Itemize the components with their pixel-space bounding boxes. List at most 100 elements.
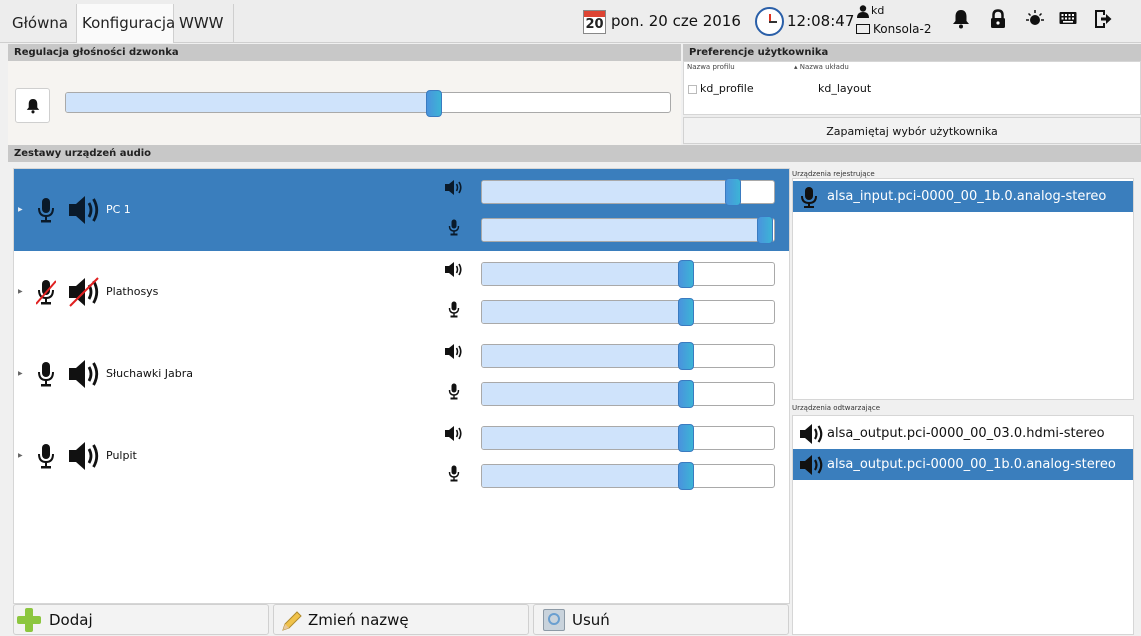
output-volume-slider[interactable] bbox=[481, 260, 775, 288]
microphone-icon bbox=[36, 443, 56, 469]
microphone-icon bbox=[36, 197, 56, 223]
expand-arrow-icon[interactable]: ▶ bbox=[18, 288, 23, 295]
recording-device-item[interactable]: alsa_input.pci-0000_00_1b.0.analog-stere… bbox=[793, 181, 1133, 212]
rename-button[interactable]: Zmień nazwę bbox=[273, 604, 529, 635]
rename-button-label: Zmień nazwę bbox=[308, 611, 409, 629]
slider-thumb[interactable] bbox=[678, 462, 695, 490]
slider-thumb[interactable] bbox=[426, 90, 443, 117]
plus-icon bbox=[17, 608, 41, 632]
playback-device-item[interactable]: alsa_output.pci-0000_00_1b.0.analog-ster… bbox=[793, 449, 1133, 480]
ringer-bell-button[interactable] bbox=[15, 88, 50, 123]
playback-device-name: alsa_output.pci-0000_00_1b.0.analog-ster… bbox=[827, 457, 1116, 472]
user-preferences-panel: Nazwa profilu ▴ Nazwa układu kd_profile … bbox=[683, 61, 1141, 145]
time-display: 12:08:47 bbox=[787, 12, 855, 30]
save-user-choice-button[interactable]: Zapamiętaj wybór użytkownika bbox=[683, 117, 1141, 144]
microphone-volume-icon bbox=[448, 219, 460, 236]
ringer-volume-header: Regulacja głośności dzwonka bbox=[8, 44, 681, 61]
slider-thumb[interactable] bbox=[678, 424, 695, 452]
slider-thumb[interactable] bbox=[678, 342, 695, 370]
speaker-volume-icon bbox=[444, 261, 463, 278]
speaker-icon bbox=[68, 440, 102, 472]
lock-icon[interactable] bbox=[990, 9, 1006, 29]
recording-devices-list: alsa_input.pci-0000_00_1b.0.analog-stere… bbox=[792, 178, 1134, 400]
clock-icon bbox=[755, 7, 784, 36]
bell-icon[interactable] bbox=[952, 9, 970, 29]
top-bar: Główna Konfiguracja WWW 20 pon. 20 cze 2… bbox=[0, 0, 1141, 43]
input-volume-slider[interactable] bbox=[481, 462, 775, 490]
column-header-profile[interactable]: Nazwa profilu bbox=[687, 63, 735, 71]
recording-devices-label: Urządzenia rejestrujące bbox=[792, 170, 875, 178]
audio-set-name: Pulpit bbox=[106, 449, 137, 462]
pencil-icon bbox=[282, 611, 302, 631]
audio-set-row[interactable]: ▶ Pulpit bbox=[14, 415, 789, 497]
speaker-icon bbox=[68, 358, 102, 390]
audio-set-name: Słuchawki Jabra bbox=[106, 367, 193, 380]
audio-set-row[interactable]: ▶ PC 1 bbox=[14, 169, 789, 251]
speaker-volume-icon bbox=[444, 179, 463, 196]
brightness-icon[interactable] bbox=[1025, 9, 1045, 29]
trash-icon bbox=[543, 609, 565, 631]
microphone-icon bbox=[35, 279, 57, 305]
speaker-icon bbox=[800, 424, 823, 444]
slider-thumb[interactable] bbox=[678, 260, 695, 288]
slider-thumb[interactable] bbox=[725, 178, 742, 206]
playback-device-item[interactable]: alsa_output.pci-0000_00_03.0.hdmi-stereo bbox=[793, 418, 1133, 449]
add-button-label: Dodaj bbox=[49, 611, 93, 629]
slider-thumb[interactable] bbox=[757, 216, 774, 244]
layout-name-cell[interactable]: kd_layout bbox=[818, 82, 871, 95]
playback-device-name: alsa_output.pci-0000_00_03.0.hdmi-stereo bbox=[827, 426, 1105, 441]
speaker-icon bbox=[800, 455, 823, 475]
output-volume-slider[interactable] bbox=[481, 178, 775, 206]
input-volume-slider[interactable] bbox=[481, 298, 775, 326]
calendar-day: 20 bbox=[585, 17, 604, 32]
slider-thumb[interactable] bbox=[678, 298, 695, 326]
speaker-volume-icon bbox=[444, 425, 463, 442]
tab-www[interactable]: WWW bbox=[174, 4, 234, 43]
ringer-volume-slider[interactable] bbox=[65, 90, 671, 117]
microphone-icon bbox=[36, 361, 56, 387]
audio-set-row[interactable]: ▶ Słuchawki Jabra bbox=[14, 333, 789, 415]
monitor-icon bbox=[856, 24, 870, 34]
calendar-icon: 20 bbox=[583, 10, 606, 34]
remove-button[interactable]: Usuń bbox=[533, 604, 789, 635]
keyboard-icon[interactable] bbox=[1059, 11, 1077, 25]
speaker-volume-icon bbox=[444, 343, 463, 360]
microphone-volume-icon bbox=[448, 383, 460, 400]
audio-set-name: Plathosys bbox=[106, 285, 159, 298]
add-button[interactable]: Dodaj bbox=[13, 604, 269, 635]
input-volume-slider[interactable] bbox=[481, 380, 775, 408]
user-preferences-header: Preferencje użytkownika bbox=[683, 44, 1141, 61]
slider-thumb[interactable] bbox=[678, 380, 695, 408]
audio-sets-list: ▶ PC 1 ▶ Plathosys ▶ Słuchawki Jabra ▶ Pulpi… bbox=[13, 168, 790, 604]
output-volume-slider[interactable] bbox=[481, 342, 775, 370]
audio-set-row[interactable]: ▶ Plathosys bbox=[14, 251, 789, 333]
audio-sets-header: Zestawy urządzeń audio bbox=[8, 145, 1141, 162]
profile-name-cell[interactable]: kd_profile bbox=[700, 82, 754, 95]
expand-arrow-icon[interactable]: ▶ bbox=[18, 370, 23, 377]
column-header-layout[interactable]: ▴ Nazwa układu bbox=[794, 63, 849, 71]
microphone-volume-icon bbox=[448, 465, 460, 482]
audio-set-name: PC 1 bbox=[106, 203, 131, 216]
output-volume-slider[interactable] bbox=[481, 424, 775, 452]
input-volume-slider[interactable] bbox=[481, 216, 775, 244]
date-display: pon. 20 cze 2016 bbox=[611, 12, 741, 30]
speaker-icon bbox=[68, 276, 102, 308]
user-icon bbox=[857, 5, 869, 18]
speaker-icon bbox=[68, 194, 102, 226]
playback-devices-list: alsa_output.pci-0000_00_03.0.hdmi-stereo… bbox=[792, 415, 1134, 635]
microphone-volume-icon bbox=[448, 301, 460, 318]
recording-device-name: alsa_input.pci-0000_00_1b.0.analog-stere… bbox=[827, 189, 1107, 204]
logout-icon[interactable] bbox=[1094, 9, 1112, 29]
tab-configuration[interactable]: Konfiguracja bbox=[76, 4, 175, 43]
profile-checkbox[interactable] bbox=[688, 85, 697, 94]
bell-icon bbox=[26, 99, 39, 114]
playback-devices-label: Urządzenia odtwarzające bbox=[792, 404, 881, 412]
remove-button-label: Usuń bbox=[572, 611, 610, 629]
microphone-icon bbox=[801, 187, 817, 208]
profile-table: Nazwa profilu ▴ Nazwa układu kd_profile … bbox=[683, 61, 1141, 115]
expand-arrow-icon[interactable]: ▶ bbox=[18, 206, 23, 213]
expand-arrow-icon[interactable]: ▶ bbox=[18, 452, 23, 459]
console-name: Konsola-2 bbox=[873, 22, 932, 36]
tab-main[interactable]: Główna bbox=[7, 4, 76, 43]
user-name: kd bbox=[871, 4, 885, 17]
